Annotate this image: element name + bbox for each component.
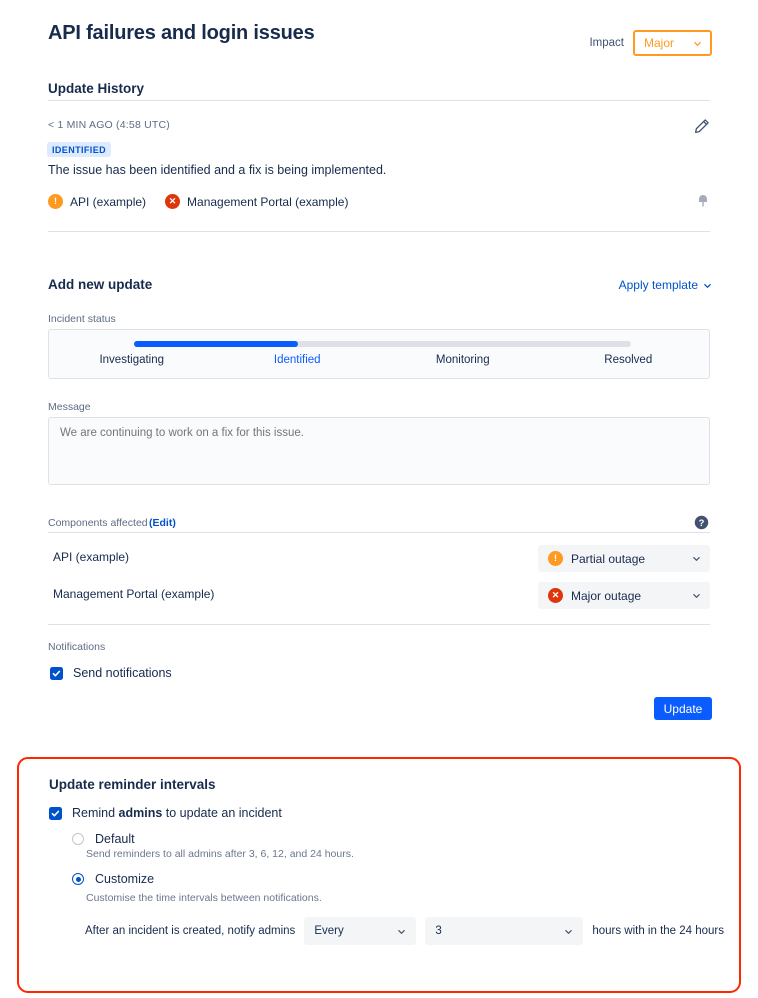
component-chip: ! API (example) bbox=[48, 194, 146, 209]
radio-customize-label: Customize bbox=[95, 872, 155, 886]
component-status-select-api[interactable]: ! Partial outage bbox=[538, 545, 710, 572]
component-chip-label: Management Portal (example) bbox=[187, 194, 349, 209]
radio-unselected-icon[interactable] bbox=[72, 833, 84, 845]
apply-template-button[interactable]: Apply template bbox=[619, 278, 712, 292]
divider bbox=[48, 532, 710, 533]
interval-every-value: Every bbox=[314, 925, 344, 937]
interval-every-select[interactable]: Every bbox=[304, 917, 417, 945]
status-step-investigating[interactable]: Investigating bbox=[49, 354, 215, 366]
exclamation-circle-icon: ! bbox=[48, 194, 63, 209]
impact-label: Impact bbox=[589, 37, 624, 49]
incident-status-label: Incident status bbox=[48, 313, 116, 325]
update-reminder-intervals-panel: Update reminder intervals Remind admins … bbox=[17, 757, 741, 993]
remind-bold: admins bbox=[118, 806, 163, 820]
page-header: API failures and login issues Impact Maj… bbox=[48, 18, 712, 62]
divider bbox=[48, 100, 710, 101]
cross-circle-icon: ✕ bbox=[548, 588, 563, 603]
component-status-value: Major outage bbox=[571, 588, 642, 603]
svg-text:?: ? bbox=[699, 518, 705, 528]
add-new-update-title: Add new update bbox=[48, 277, 153, 292]
radio-selected-icon[interactable] bbox=[72, 873, 84, 885]
interval-configuration-row: After an incident is created, notify adm… bbox=[85, 917, 724, 945]
checkbox-checked-icon[interactable] bbox=[49, 806, 62, 820]
radio-customize-description: Customise the time intervals between not… bbox=[86, 892, 322, 904]
chevron-down-icon bbox=[692, 554, 701, 563]
remind-prefix: Remind bbox=[72, 806, 119, 820]
component-chip: ✕ Management Portal (example) bbox=[165, 194, 348, 209]
interval-suffix-text: hours with in the 24 hours bbox=[592, 925, 725, 937]
remind-suffix: to update an incident bbox=[162, 806, 282, 820]
edit-update-icon[interactable] bbox=[694, 118, 710, 134]
update-affected-components: ! API (example) ✕ Management Portal (exa… bbox=[48, 194, 348, 209]
interval-hours-value: 3 bbox=[435, 925, 442, 937]
status-step-identified[interactable]: Identified bbox=[215, 354, 381, 366]
cross-circle-icon: ✕ bbox=[165, 194, 181, 209]
chevron-down-icon bbox=[692, 591, 701, 600]
impact-selected-value: Major bbox=[644, 36, 675, 50]
status-step-resolved[interactable]: Resolved bbox=[546, 354, 712, 366]
update-timestamp: < 1 MIN AGO (4:58 UTC) bbox=[48, 119, 170, 131]
component-row-management-portal: Management Portal (example) ✕ Major outa… bbox=[48, 582, 710, 609]
status-badge: IDENTIFIED bbox=[47, 142, 112, 157]
impact-select[interactable]: Major bbox=[633, 30, 712, 56]
component-chip-label: API (example) bbox=[70, 194, 147, 209]
interval-prefix-text: After an incident is created, notify adm… bbox=[85, 925, 296, 937]
component-name: Management Portal (example) bbox=[53, 587, 215, 601]
message-input[interactable] bbox=[48, 417, 710, 485]
status-step-monitoring[interactable]: Monitoring bbox=[380, 354, 546, 366]
radio-option-default[interactable]: Default bbox=[72, 832, 135, 846]
component-name: API (example) bbox=[53, 550, 130, 564]
remind-admins-label: Remind admins to update an incident bbox=[72, 806, 282, 820]
exclamation-circle-icon: ! bbox=[548, 551, 563, 566]
radio-default-description: Send reminders to all admins after 3, 6,… bbox=[86, 848, 354, 860]
update-button[interactable]: Update bbox=[654, 697, 712, 720]
impact-control: Impact Major bbox=[589, 30, 712, 56]
chevron-down-icon bbox=[397, 927, 406, 936]
checkbox-checked-icon[interactable] bbox=[50, 666, 63, 680]
status-progress-track bbox=[134, 341, 631, 347]
send-notifications-label: Send notifications bbox=[73, 666, 172, 680]
chevron-down-icon bbox=[703, 281, 712, 290]
divider bbox=[48, 231, 710, 232]
question-circle-icon[interactable]: ? bbox=[694, 515, 709, 530]
pin-icon[interactable] bbox=[696, 193, 710, 207]
divider bbox=[48, 624, 710, 625]
status-step-list: Investigating Identified Monitoring Reso… bbox=[49, 354, 711, 366]
message-label: Message bbox=[48, 401, 91, 413]
chevron-down-icon bbox=[564, 927, 573, 936]
apply-template-label: Apply template bbox=[618, 278, 698, 292]
incident-status-selector: Investigating Identified Monitoring Reso… bbox=[48, 329, 710, 379]
component-status-value: Partial outage bbox=[571, 551, 646, 566]
update-message-text: The issue has been identified and a fix … bbox=[48, 163, 387, 177]
chevron-down-icon bbox=[693, 39, 702, 48]
send-notifications-checkbox-row[interactable]: Send notifications bbox=[50, 666, 172, 680]
radio-option-customize[interactable]: Customize bbox=[72, 872, 154, 886]
notifications-label: Notifications bbox=[48, 641, 106, 653]
interval-hours-select[interactable]: 3 bbox=[425, 917, 584, 945]
reminder-intervals-title: Update reminder intervals bbox=[49, 777, 216, 792]
update-history-title: Update History bbox=[48, 81, 145, 96]
status-progress-fill bbox=[134, 341, 298, 347]
remind-admins-checkbox-row[interactable]: Remind admins to update an incident bbox=[49, 806, 282, 820]
incident-update-page: API failures and login issues Impact Maj… bbox=[0, 0, 758, 998]
radio-default-label: Default bbox=[95, 832, 135, 846]
component-status-select-management-portal[interactable]: ✕ Major outage bbox=[538, 582, 710, 609]
component-row-api: API (example) ! Partial outage bbox=[48, 545, 710, 572]
components-affected-label: Components affected bbox=[48, 517, 148, 529]
components-edit-link[interactable]: (Edit) bbox=[149, 517, 176, 529]
